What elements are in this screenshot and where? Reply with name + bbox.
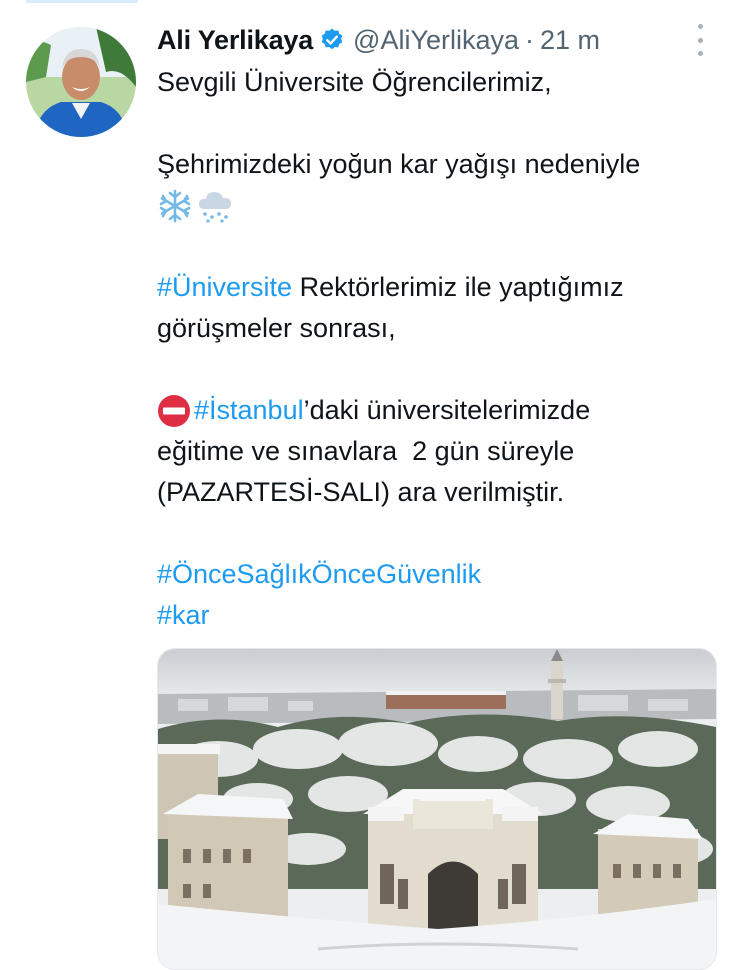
tweet-line: eğitime ve sınavlara 2 gün süreyle xyxy=(157,436,575,466)
tweet-line: #ÖnceSağlıkÖnceGüvenlik xyxy=(157,554,727,595)
tweet-line: görüşmeler sonrası, xyxy=(157,313,396,343)
hashtag-link[interactable]: #ÖnceSağlıkÖnceGüvenlik xyxy=(157,554,481,595)
display-name[interactable]: Ali Yerlikaya xyxy=(157,25,313,56)
snowy-campus-illustration xyxy=(158,649,716,969)
user-handle[interactable]: @AliYerlikaya xyxy=(353,25,519,56)
tweet-line: #Üniversite Rektörlerimiz ile yaptığımız xyxy=(157,267,727,308)
verified-badge-icon xyxy=(319,27,345,53)
tweet-header: Ali Yerlikaya @AliYerlikaya · 21 m xyxy=(157,20,720,60)
top-accent-bar xyxy=(26,0,138,3)
tweet-line: #İstanbul ’daki üniversitelerimizde xyxy=(157,390,727,431)
more-options-icon[interactable] xyxy=(688,24,712,56)
snowflake-icon xyxy=(157,188,193,224)
tweet-text-segment: ’daki üniversitelerimizde xyxy=(303,395,591,425)
hashtag-link[interactable]: #Üniversite xyxy=(157,267,292,308)
separator-dot: · xyxy=(525,24,535,55)
tweet-line: (PAZARTESİ-SALI) ara verilmiştir. xyxy=(157,477,565,507)
tweet-media-photo[interactable] xyxy=(157,648,717,970)
no-entry-icon xyxy=(157,394,191,428)
snow-cloud-icon xyxy=(196,188,234,224)
tweet-line: Şehrimizdeki yoğun kar yağışı nedeniyle xyxy=(157,149,641,179)
tweet-line: #kar xyxy=(157,595,727,636)
tweet-timestamp[interactable]: 21 m xyxy=(540,25,600,56)
avatar-photo xyxy=(26,27,136,137)
tweet-line: Sevgili Üniversite Öğrencilerimiz, xyxy=(157,67,552,97)
hashtag-link[interactable]: #kar xyxy=(157,595,210,636)
emoji-line xyxy=(157,185,727,226)
hashtag-link[interactable]: #İstanbul xyxy=(194,390,304,431)
tweet-text: Sevgili Üniversite Öğrencilerimiz, Şehri… xyxy=(157,62,727,636)
avatar[interactable] xyxy=(26,27,136,137)
tweet-text-segment: Rektörlerimiz ile yaptığımız xyxy=(292,272,624,302)
